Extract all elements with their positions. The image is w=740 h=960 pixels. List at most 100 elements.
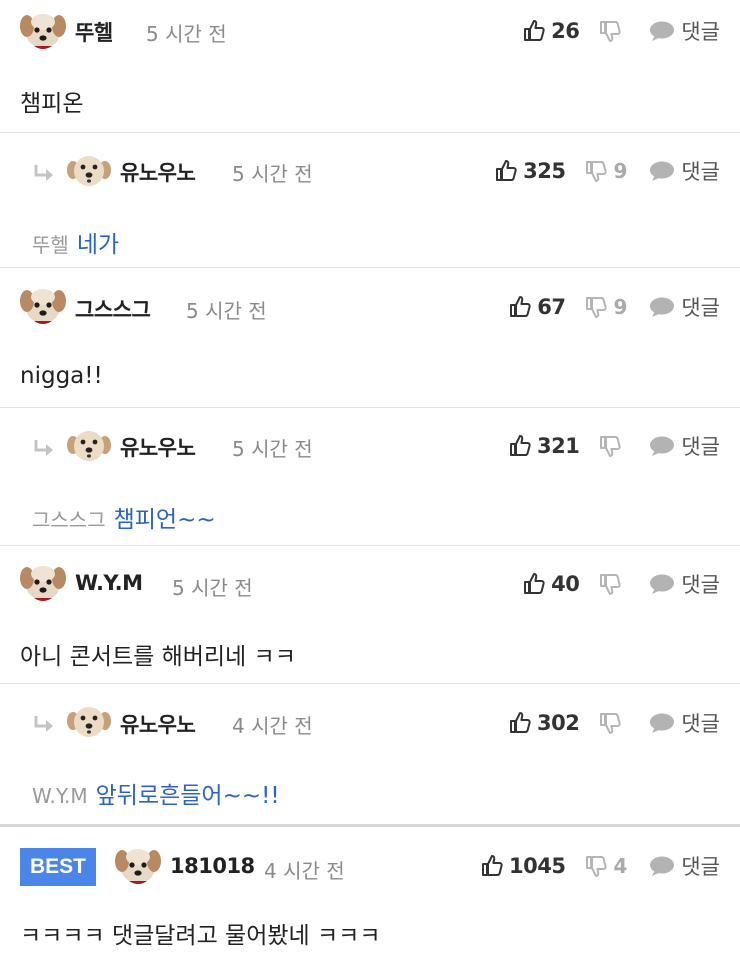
like-button[interactable]: 325 xyxy=(495,159,566,183)
mention-author[interactable]: 그스스그 xyxy=(32,508,106,532)
comment-item: W.Y.M 5 시간 전 40 댓글 아니 콘서트를 해버리네 ㅋㅋ xyxy=(0,546,740,684)
reply-button[interactable]: 댓글 xyxy=(649,156,720,186)
dislike-button[interactable] xyxy=(599,572,627,596)
comment-actions: 1045 4 댓글 xyxy=(481,851,720,881)
speech-bubble-icon xyxy=(649,20,675,42)
comment-time: 5 시간 전 xyxy=(232,437,313,461)
like-count: 26 xyxy=(551,19,580,43)
thumbs-up-icon xyxy=(509,711,533,735)
speech-bubble-icon xyxy=(649,160,675,182)
reply-button[interactable]: 댓글 xyxy=(649,851,720,881)
mention-author[interactable]: 뚜헬 xyxy=(32,233,69,257)
comment-item: 뚜헬 5 시간 전 26 댓글 챔피온 xyxy=(0,0,740,133)
comment-time: 5 시간 전 xyxy=(232,162,313,186)
comment-author[interactable]: 유노우노 xyxy=(120,709,196,739)
comment-author[interactable]: W.Y.M xyxy=(75,571,143,595)
reply-text: 뚜헬 네가 xyxy=(32,225,119,259)
like-count: 67 xyxy=(537,295,566,319)
mention-author[interactable]: W.Y.M xyxy=(32,784,88,808)
thumbs-down-icon xyxy=(585,159,609,183)
reply-text: W.Y.M 앞뒤로흔들어~~!! xyxy=(32,776,280,810)
comment-text: 아니 콘서트를 해버리네 ㅋㅋ xyxy=(20,644,296,670)
like-button[interactable]: 302 xyxy=(509,711,580,735)
comment-author[interactable]: 181018 xyxy=(170,854,255,878)
like-button[interactable]: 1045 xyxy=(481,854,566,878)
dislike-button[interactable] xyxy=(599,711,627,735)
comment-actions: 321 댓글 xyxy=(509,431,720,461)
comment-time: 4 시간 전 xyxy=(264,859,345,883)
comment-author[interactable]: 뚜헬 xyxy=(75,17,113,47)
dislike-button[interactable]: 9 xyxy=(585,295,627,319)
avatar[interactable] xyxy=(66,150,112,190)
avatar[interactable] xyxy=(66,701,112,741)
best-comment-item: BEST 181018 4 시간 전 1045 4 댓글 ㅋㅋㅋㅋ 댓글달려고 … xyxy=(0,827,740,960)
avatar[interactable] xyxy=(66,425,112,465)
comment-time: 5 시간 전 xyxy=(146,22,227,46)
comment-author[interactable]: 유노우노 xyxy=(120,157,196,187)
thumbs-up-icon xyxy=(523,19,547,43)
comment-author[interactable]: 그스스그 xyxy=(75,294,151,324)
dislike-button[interactable] xyxy=(599,19,627,43)
dislike-button[interactable]: 4 xyxy=(585,854,627,878)
reply-label: 댓글 xyxy=(681,573,720,597)
reply-arrow-icon xyxy=(32,714,56,736)
like-count: 325 xyxy=(523,159,566,183)
comment-time: 4 시간 전 xyxy=(232,714,313,738)
comment-text: ㅋㅋㅋㅋ 댓글달려고 물어봤네 ㅋㅋㅋ xyxy=(20,923,381,949)
speech-bubble-icon xyxy=(649,435,675,457)
dislike-button[interactable]: 9 xyxy=(585,159,627,183)
reply-label: 댓글 xyxy=(681,435,720,459)
dislike-button[interactable] xyxy=(599,434,627,458)
comment-author[interactable]: 유노우노 xyxy=(120,432,196,462)
reply-label: 댓글 xyxy=(681,712,720,736)
reply-item: 유노우노 5 시간 전 321 댓글 그스스그 챔피언~~ xyxy=(0,408,740,546)
comment-text: nigga!! xyxy=(20,363,103,389)
reply-item: 유노우노 4 시간 전 302 댓글 W.Y.M 앞뒤로흔들어~~!! xyxy=(0,684,740,827)
thumbs-down-icon xyxy=(599,19,623,43)
reply-content: 챔피언~~ xyxy=(113,507,216,533)
reply-text: 그스스그 챔피언~~ xyxy=(32,500,216,534)
reply-label: 댓글 xyxy=(681,296,720,320)
reply-button[interactable]: 댓글 xyxy=(649,431,720,461)
speech-bubble-icon xyxy=(649,296,675,318)
dislike-count: 9 xyxy=(613,295,628,319)
reply-button[interactable]: 댓글 xyxy=(649,569,720,599)
reply-button[interactable]: 댓글 xyxy=(649,292,720,322)
like-button[interactable]: 26 xyxy=(523,19,580,43)
comment-actions: 325 9 댓글 xyxy=(495,156,720,186)
reply-button[interactable]: 댓글 xyxy=(649,16,720,46)
thumbs-down-icon xyxy=(585,854,609,878)
thumbs-down-icon xyxy=(599,434,623,458)
speech-bubble-icon xyxy=(649,855,675,877)
like-count: 1045 xyxy=(508,854,566,878)
like-button[interactable]: 321 xyxy=(509,434,580,458)
avatar[interactable] xyxy=(18,558,68,608)
reply-label: 댓글 xyxy=(681,855,720,879)
like-count: 302 xyxy=(537,711,580,735)
like-button[interactable]: 67 xyxy=(509,295,566,319)
reply-button[interactable]: 댓글 xyxy=(649,708,720,738)
thumbs-up-icon xyxy=(495,159,519,183)
dislike-count: 4 xyxy=(613,854,628,878)
avatar[interactable] xyxy=(18,281,68,331)
avatar[interactable] xyxy=(113,841,163,891)
thumbs-up-icon xyxy=(481,854,505,878)
comment-time: 5 시간 전 xyxy=(172,576,253,600)
reply-arrow-icon xyxy=(32,163,56,185)
like-button[interactable]: 40 xyxy=(523,572,580,596)
comment-actions: 26 댓글 xyxy=(523,16,720,46)
best-badge: BEST xyxy=(20,848,96,886)
reply-label: 댓글 xyxy=(681,20,720,44)
like-count: 321 xyxy=(537,434,580,458)
dislike-count: 9 xyxy=(613,159,628,183)
speech-bubble-icon xyxy=(649,573,675,595)
comment-actions: 40 댓글 xyxy=(523,569,720,599)
comment-actions: 67 9 댓글 xyxy=(509,292,720,322)
reply-arrow-icon xyxy=(32,438,56,460)
comment-text: 챔피온 xyxy=(20,91,84,117)
comment-time: 5 시간 전 xyxy=(186,299,267,323)
reply-label: 댓글 xyxy=(681,160,720,184)
thumbs-up-icon xyxy=(509,434,533,458)
avatar[interactable] xyxy=(18,6,68,56)
thumbs-up-icon xyxy=(523,572,547,596)
